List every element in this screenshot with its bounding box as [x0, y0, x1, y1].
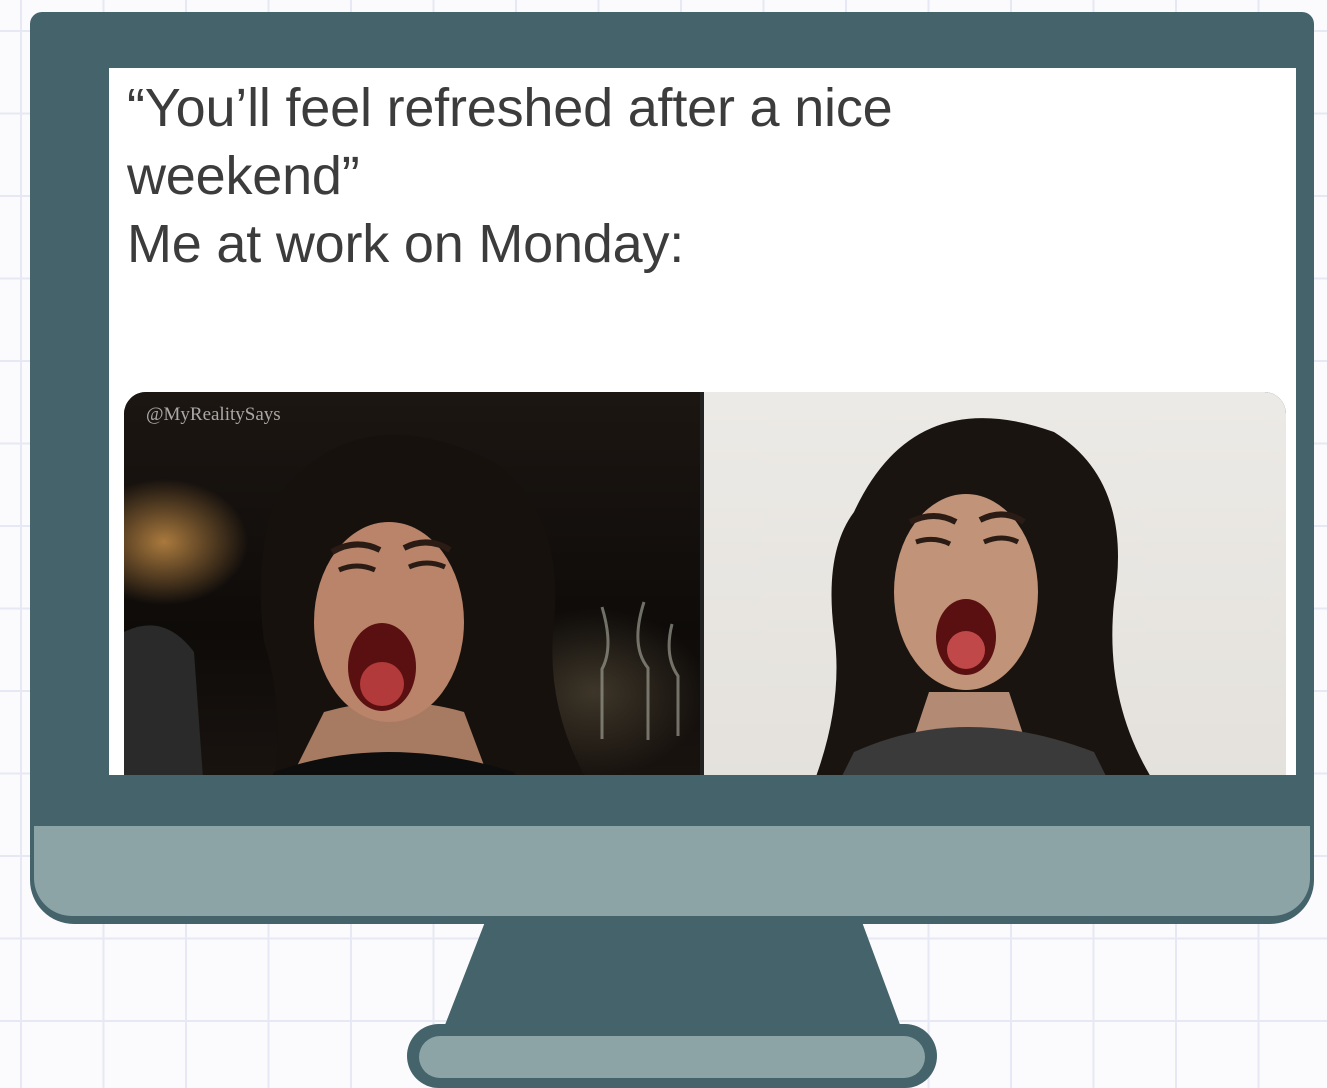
monitor-stand-base	[419, 1036, 925, 1078]
monitor-stand-neck	[443, 922, 902, 1030]
monitor-stand	[407, 922, 937, 1088]
